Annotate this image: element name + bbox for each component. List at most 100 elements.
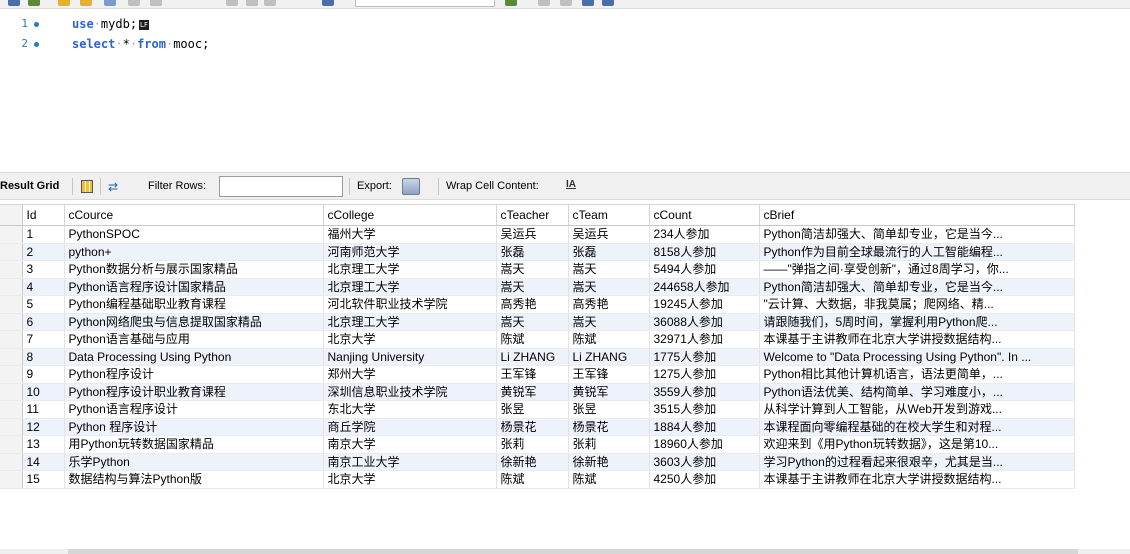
table-row[interactable]: 11 Python语言程序设计 东北大学 张昱 张昱 3515人参加 从科学计算到人工智能，… bbox=[0, 400, 1075, 419]
cell-ccource[interactable]: PythonSPOC bbox=[64, 225, 324, 244]
cell-cbrief[interactable]: Python简洁却强大、简单却专业，它是当今... bbox=[759, 278, 1075, 296]
cell-ccource[interactable]: 用Python玩转数据国家精品 bbox=[64, 435, 324, 454]
commit-icon[interactable] bbox=[226, 0, 238, 6]
cell-cbrief[interactable]: 请跟随我们，5周时间，掌握利用Python爬... bbox=[759, 313, 1075, 331]
cell-id[interactable]: 5 bbox=[22, 295, 65, 314]
cell-cteacher[interactable]: 张莉 bbox=[496, 435, 569, 454]
query-stats-icon[interactable] bbox=[602, 0, 614, 6]
table-row[interactable]: 5 Python编程基础职业教育课程 河北软件职业技术学院 高秀艳 高秀艳 19245人参… bbox=[0, 295, 1075, 314]
cell-cteacher[interactable]: 嵩天 bbox=[496, 278, 569, 296]
stop-icon[interactable] bbox=[128, 0, 140, 6]
cell-id[interactable]: 10 bbox=[22, 383, 65, 401]
cell-ccount[interactable]: 1775人参加 bbox=[649, 348, 760, 366]
find-icon[interactable] bbox=[538, 0, 550, 6]
cell-ccount[interactable]: 3559人参加 bbox=[649, 383, 760, 401]
invisible-chars-icon[interactable] bbox=[560, 0, 572, 6]
column-header-cteacher[interactable]: cTeacher bbox=[496, 204, 569, 226]
row-header[interactable] bbox=[0, 435, 23, 454]
cell-ccount[interactable]: 244658人参加 bbox=[649, 278, 760, 296]
table-row[interactable]: 9 Python程序设计 郑州大学 王军锋 王军锋 1275人参加 Python相比其他计算… bbox=[0, 365, 1075, 384]
table-row[interactable]: 12 Python 程序设计 商丘学院 杨景花 杨景花 1884人参加 本课程面向零编程基础… bbox=[0, 418, 1075, 436]
row-header[interactable] bbox=[0, 453, 23, 471]
cell-ccount[interactable]: 36088人参加 bbox=[649, 313, 760, 331]
table-row[interactable]: 7 Python语言基础与应用 北京大学 陈斌 陈斌 32971人参加 本课基于主讲教师在北… bbox=[0, 330, 1075, 349]
cell-cbrief[interactable]: 本课基于主讲教师在北京大学讲授数据结构... bbox=[759, 470, 1075, 489]
row-header[interactable] bbox=[0, 418, 23, 436]
cell-cteam[interactable]: 张昱 bbox=[568, 400, 650, 419]
table-row[interactable]: 1 PythonSPOC 福州大学 吴运兵 吴运兵 234人参加 Python简洁却强大、简… bbox=[0, 225, 1075, 244]
cell-ccource[interactable]: Python程序设计 bbox=[64, 365, 324, 384]
cell-cteam[interactable]: 张磊 bbox=[568, 243, 650, 261]
cell-ccollege[interactable]: 北京理工大学 bbox=[323, 260, 497, 279]
cell-ccource[interactable]: Python 程序设计 bbox=[64, 418, 324, 436]
row-header[interactable] bbox=[0, 365, 23, 384]
cell-cbrief[interactable]: Welcome to "Data Processing Using Python… bbox=[759, 348, 1075, 366]
cell-ccource[interactable]: 乐学Python bbox=[64, 453, 324, 471]
horizontal-scrollbar[interactable] bbox=[68, 549, 1078, 554]
execute-current-icon[interactable] bbox=[80, 0, 92, 6]
cell-cbrief[interactable]: Python相比其他计算机语言，语法更简单，... bbox=[759, 365, 1075, 384]
cell-ccource[interactable]: Python语言程序设计 bbox=[64, 400, 324, 419]
column-header-cbrief[interactable]: cBrief bbox=[759, 204, 1075, 226]
table-row[interactable]: 14 乐学Python 南京工业大学 徐新艳 徐新艳 3603人参加 学习Python的过程… bbox=[0, 453, 1075, 471]
cell-cteacher[interactable]: 杨景花 bbox=[496, 418, 569, 436]
execute-icon[interactable] bbox=[58, 0, 70, 6]
cell-cteam[interactable]: Li ZHANG bbox=[568, 348, 650, 366]
explain-icon[interactable] bbox=[104, 0, 116, 6]
cell-ccource[interactable]: Python编程基础职业教育课程 bbox=[64, 295, 324, 314]
cell-cteam[interactable]: 高秀艳 bbox=[568, 295, 650, 314]
cell-cteam[interactable]: 嵩天 bbox=[568, 313, 650, 331]
row-header[interactable] bbox=[0, 243, 23, 261]
cell-cteacher[interactable]: 高秀艳 bbox=[496, 295, 569, 314]
cell-cteacher[interactable]: 张昱 bbox=[496, 400, 569, 419]
cell-ccource[interactable]: Python数据分析与展示国家精品 bbox=[64, 260, 324, 279]
cell-cbrief[interactable]: Python语法优美、结构简单、学习难度小，... bbox=[759, 383, 1075, 401]
row-header[interactable] bbox=[0, 295, 23, 314]
cell-cteacher[interactable]: 黄锐军 bbox=[496, 383, 569, 401]
table-row[interactable]: 2 python+ 河南师范大学 张磊 张磊 8158人参加 Python作为目前全球最流行… bbox=[0, 243, 1075, 261]
cell-ccollege[interactable]: 深圳信息职业技术学院 bbox=[323, 383, 497, 401]
row-header[interactable] bbox=[0, 470, 23, 489]
cell-cteacher[interactable]: 陈斌 bbox=[496, 470, 569, 489]
cell-id[interactable]: 15 bbox=[22, 470, 65, 489]
cell-cbrief[interactable]: Python作为目前全球最流行的人工智能编程... bbox=[759, 243, 1075, 261]
wrap-lines-icon[interactable] bbox=[582, 0, 594, 6]
limit-icon[interactable] bbox=[322, 0, 334, 6]
cell-ccollege[interactable]: 南京大学 bbox=[323, 435, 497, 454]
cell-ccollege[interactable]: 郑州大学 bbox=[323, 365, 497, 384]
cell-id[interactable]: 9 bbox=[22, 365, 65, 384]
export-icon[interactable] bbox=[402, 178, 420, 195]
cell-ccount[interactable]: 234人参加 bbox=[649, 225, 760, 244]
sql-editor[interactable]: 1 use·mydb; LF 2 select·*·from·mooc; bbox=[0, 9, 1130, 163]
table-row[interactable]: 10 Python程序设计职业教育课程 深圳信息职业技术学院 黄锐军 黄锐军 3559人参… bbox=[0, 383, 1075, 401]
cell-id[interactable]: 12 bbox=[22, 418, 65, 436]
save-icon[interactable] bbox=[28, 0, 40, 6]
limit-rows-select[interactable] bbox=[355, 0, 495, 7]
cell-ccollege[interactable]: Nanjing University bbox=[323, 348, 497, 366]
toggle-icon[interactable] bbox=[150, 0, 162, 6]
row-header[interactable] bbox=[0, 225, 23, 244]
cell-id[interactable]: 3 bbox=[22, 260, 65, 279]
cell-ccount[interactable]: 4250人参加 bbox=[649, 470, 760, 489]
row-header[interactable] bbox=[0, 278, 23, 296]
cell-ccollege[interactable]: 北京大学 bbox=[323, 470, 497, 489]
column-header-ccollege[interactable]: cCollege bbox=[323, 204, 497, 226]
cell-ccount[interactable]: 1275人参加 bbox=[649, 365, 760, 384]
cell-id[interactable]: 14 bbox=[22, 453, 65, 471]
table-row[interactable]: 6 Python网络爬虫与信息提取国家精品 北京理工大学 嵩天 嵩天 36088人参加 请跟… bbox=[0, 313, 1075, 331]
cell-ccource[interactable]: Python程序设计职业教育课程 bbox=[64, 383, 324, 401]
row-header[interactable] bbox=[0, 330, 23, 349]
cell-cteam[interactable]: 王军锋 bbox=[568, 365, 650, 384]
cell-cteam[interactable]: 陈斌 bbox=[568, 470, 650, 489]
cell-cteacher[interactable]: 张磊 bbox=[496, 243, 569, 261]
cell-cteam[interactable]: 杨景花 bbox=[568, 418, 650, 436]
cell-cteam[interactable]: 陈斌 bbox=[568, 330, 650, 349]
table-row[interactable]: 4 Python语言程序设计国家精品 北京理工大学 嵩天 嵩天 244658人参加 Pyth… bbox=[0, 278, 1075, 296]
cell-ccource[interactable]: Python语言程序设计国家精品 bbox=[64, 278, 324, 296]
cell-id[interactable]: 11 bbox=[22, 400, 65, 419]
cell-ccount[interactable]: 32971人参加 bbox=[649, 330, 760, 349]
cell-id[interactable]: 8 bbox=[22, 348, 65, 366]
cell-ccource[interactable]: 数据结构与算法Python版 bbox=[64, 470, 324, 489]
row-header[interactable] bbox=[0, 383, 23, 401]
cell-ccollege[interactable]: 北京理工大学 bbox=[323, 278, 497, 296]
